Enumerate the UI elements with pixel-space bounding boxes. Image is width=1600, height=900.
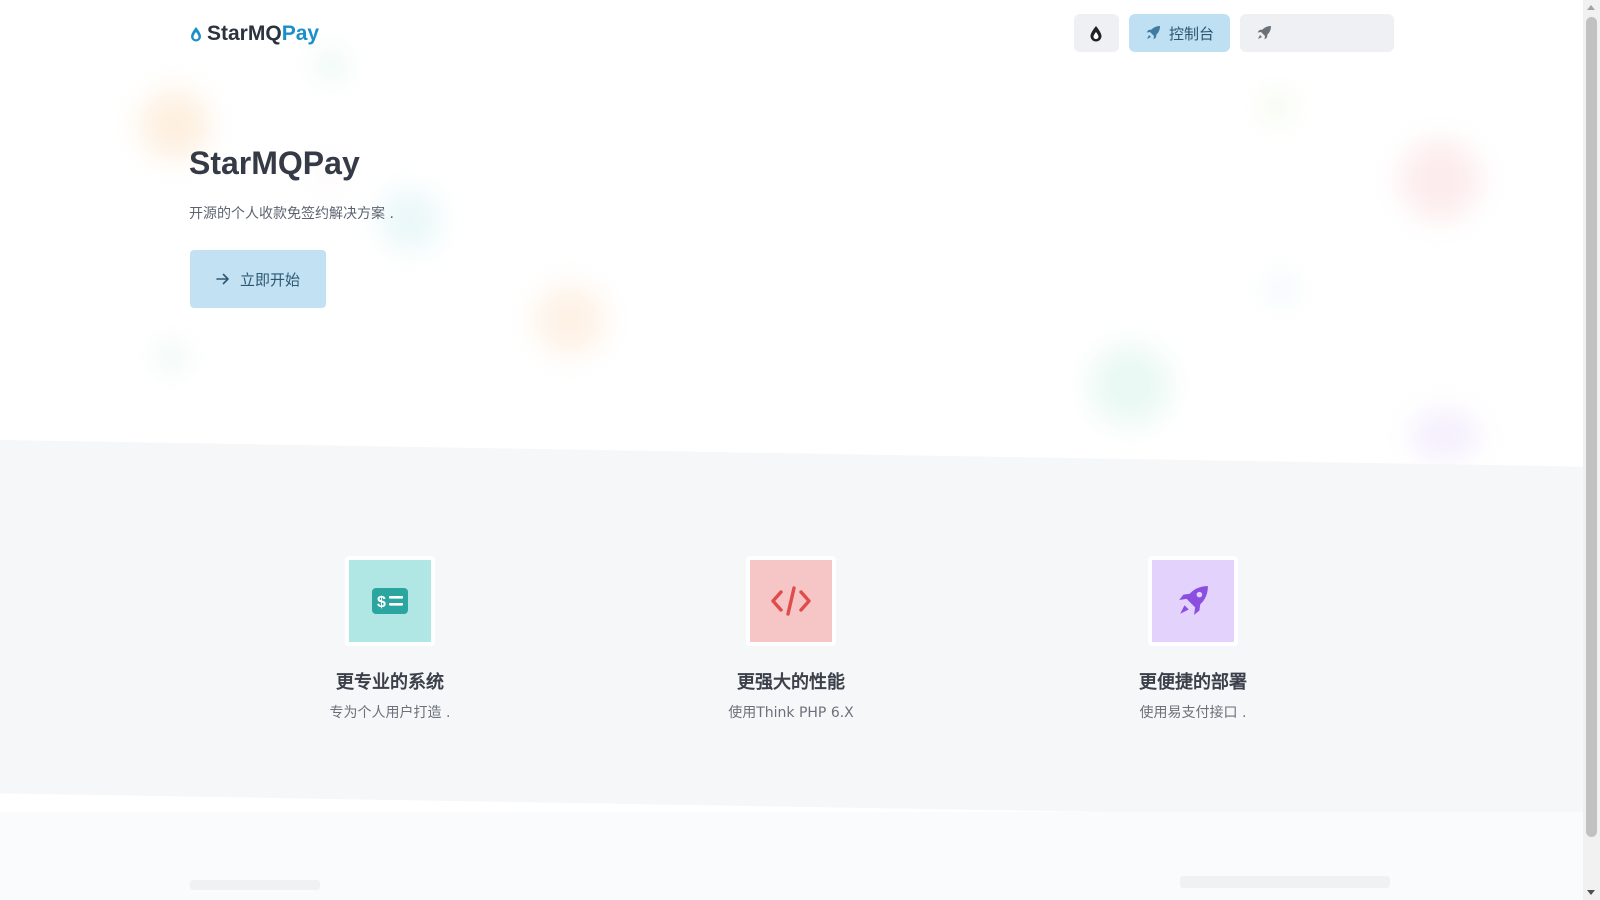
scroll-thumb[interactable] [1586,17,1597,837]
rocket-icon [1257,26,1271,40]
svg-text:$: $ [377,594,386,611]
feature-desc: 使用易支付接口 . [1139,705,1247,721]
header-nav: 控制台 [1073,14,1394,52]
feature-icon-box [1148,556,1238,646]
brand-logo[interactable]: StarMQ Pay [189,22,319,46]
code-icon [771,586,811,616]
faint-footer-text [190,880,320,890]
drop-icon [191,27,201,42]
site-header: StarMQ Pay 控制台 [189,14,1394,54]
feature-icon-box [746,556,836,646]
feature-deployment: 更便捷的部署 使用易支付接口 . [1043,556,1343,722]
brand-name-part2: Pay [281,22,320,45]
drop-icon [1090,25,1102,41]
rocket-icon [1146,26,1160,40]
theme-toggle-button[interactable] [1073,14,1119,52]
decor-dot [160,345,184,369]
feature-icon-box: $ [345,556,435,646]
arrow-right-icon [216,273,229,285]
feature-desc: 使用Think PHP 6.X [728,705,854,721]
console-button[interactable]: 控制台 [1128,14,1230,52]
scroll-up-arrow[interactable] [1587,5,1595,10]
scroll-down-arrow[interactable] [1587,890,1595,895]
start-now-label: 立即开始 [239,270,300,289]
console-button-label: 控制台 [1168,24,1214,43]
login-button[interactable] [1240,14,1394,52]
feature-title: 更便捷的部署 [1139,672,1247,693]
feature-title: 更专业的系统 [336,672,444,693]
money-bill-icon: $ [372,588,408,614]
start-now-button[interactable]: 立即开始 [190,250,326,308]
decor-dot [1090,345,1170,425]
decor-dot [318,52,344,78]
faint-footer-text [1180,876,1390,888]
decor-dot [1410,410,1480,460]
decor-dot [1270,278,1292,300]
feature-professional: $ 更专业的系统 专为个人用户打造 . [240,556,540,722]
decor-dot [1400,140,1480,220]
feature-performance: 更强大的性能 使用Think PHP 6.X [641,556,941,722]
hero-title: StarMQPay [189,145,360,181]
feature-title: 更强大的性能 [737,672,845,693]
brand-name-part1: StarMQ [207,22,282,45]
page-scrollbar[interactable] [1583,0,1600,900]
rocket-icon [1179,586,1208,615]
hero-subtitle: 开源的个人收款免签约解决方案 . [189,206,394,222]
page-viewport: StarMQ Pay 控制台 StarMQPay 开源的个人收款免签约解决方案 … [0,0,1583,900]
decor-dot [535,285,605,355]
decor-dot [1265,95,1289,119]
feature-desc: 专为个人用户打造 . [329,705,451,721]
